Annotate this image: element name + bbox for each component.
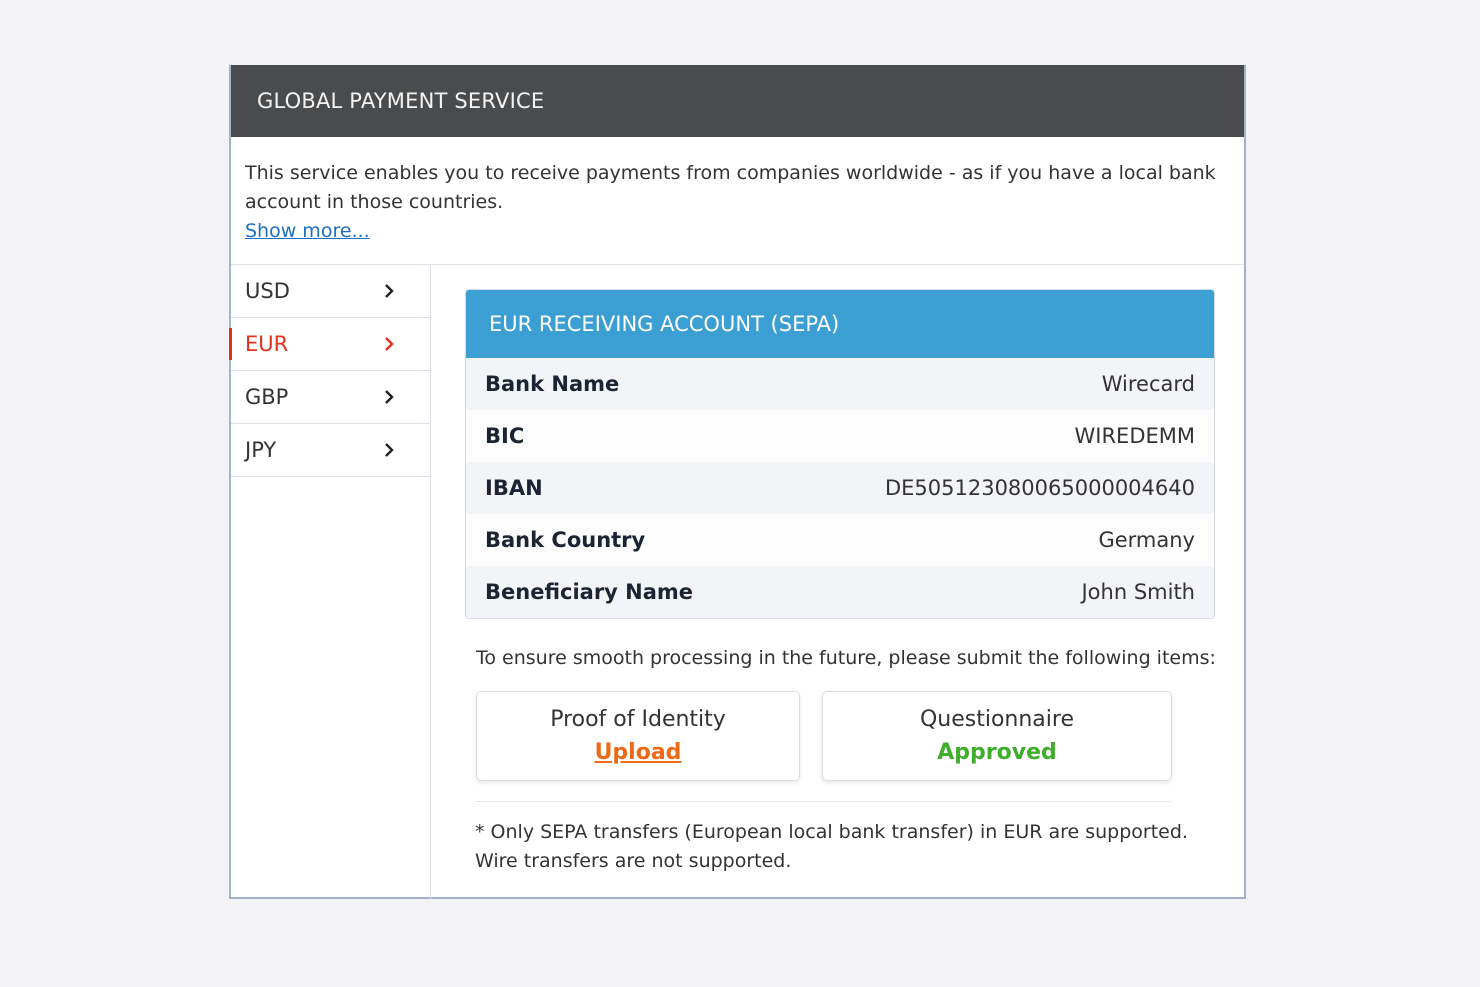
sidebar-item-label: USD bbox=[245, 279, 290, 303]
row-value: WIREDEMM bbox=[1074, 424, 1196, 448]
chevron-right-icon bbox=[382, 337, 396, 351]
sidebar-item-jpy[interactable]: JPY bbox=[231, 424, 430, 477]
account-card-title: EUR RECEIVING ACCOUNT (SEPA) bbox=[466, 290, 1214, 358]
sidebar-item-gbp[interactable]: GBP bbox=[231, 371, 430, 424]
sidebar-item-label: GBP bbox=[245, 385, 289, 409]
approved-status: Approved bbox=[937, 740, 1057, 765]
row-value: Germany bbox=[1098, 528, 1195, 552]
account-row-iban: IBAN DE505123080065000004640 bbox=[466, 462, 1214, 514]
upload-link[interactable]: Upload bbox=[595, 740, 682, 765]
intro-text: This service enables you to receive paym… bbox=[245, 162, 1216, 213]
row-label: Bank Name bbox=[485, 372, 620, 396]
chevron-right-icon bbox=[382, 443, 396, 457]
footnote-line-2: Wire transfers are not supported. bbox=[475, 850, 792, 872]
show-more-link[interactable]: Show more... bbox=[245, 220, 370, 242]
sidebar-item-eur[interactable]: EUR bbox=[229, 318, 430, 371]
page-title: GLOBAL PAYMENT SERVICE bbox=[231, 65, 1244, 137]
row-label: BIC bbox=[485, 424, 525, 448]
account-row-bank-name: Bank Name Wirecard bbox=[466, 358, 1214, 410]
currency-sidebar: USD EUR GBP JPY bbox=[229, 265, 431, 899]
card-title: Questionnaire bbox=[919, 707, 1075, 732]
sidebar-item-label: JPY bbox=[245, 438, 277, 462]
questionnaire-card: Questionnaire Approved bbox=[822, 691, 1172, 781]
chevron-right-icon bbox=[382, 284, 396, 298]
account-row-beneficiary-name: Beneficiary Name John Smith bbox=[466, 566, 1214, 618]
payment-panel: GLOBAL PAYMENT SERVICE This service enab… bbox=[229, 65, 1246, 899]
content-area: USD EUR GBP JPY EUR RECEIVING ACCOUNT (S… bbox=[229, 265, 1244, 899]
account-row-bank-country: Bank Country Germany bbox=[466, 514, 1214, 566]
row-label: Beneficiary Name bbox=[485, 580, 694, 604]
submission-cards: Proof of Identity Upload Questionnaire A… bbox=[476, 691, 1244, 781]
row-value: DE505123080065000004640 bbox=[884, 476, 1195, 500]
account-rows: Bank Name Wirecard BIC WIREDEMM IBAN DE5… bbox=[466, 358, 1214, 618]
footnote-line-1: * Only SEPA transfers (European local ba… bbox=[475, 821, 1188, 843]
submit-notice: To ensure smooth processing in the futur… bbox=[476, 647, 1216, 669]
sidebar-item-usd[interactable]: USD bbox=[231, 265, 430, 318]
footnote: * Only SEPA transfers (European local ba… bbox=[475, 818, 1244, 876]
row-value: John Smith bbox=[1081, 580, 1195, 604]
account-details: EUR RECEIVING ACCOUNT (SEPA) Bank Name W… bbox=[431, 265, 1244, 899]
row-label: IBAN bbox=[485, 476, 543, 500]
intro-section: This service enables you to receive paym… bbox=[231, 137, 1244, 265]
row-value: Wirecard bbox=[1101, 372, 1195, 396]
proof-of-identity-card: Proof of Identity Upload bbox=[476, 691, 800, 781]
card-title: Proof of Identity bbox=[550, 707, 726, 732]
row-label: Bank Country bbox=[485, 528, 646, 552]
account-card: EUR RECEIVING ACCOUNT (SEPA) Bank Name W… bbox=[465, 289, 1215, 619]
chevron-right-icon bbox=[382, 390, 396, 404]
sidebar-item-label: EUR bbox=[245, 332, 289, 356]
divider bbox=[475, 801, 1172, 802]
account-row-bic: BIC WIREDEMM bbox=[466, 410, 1214, 462]
